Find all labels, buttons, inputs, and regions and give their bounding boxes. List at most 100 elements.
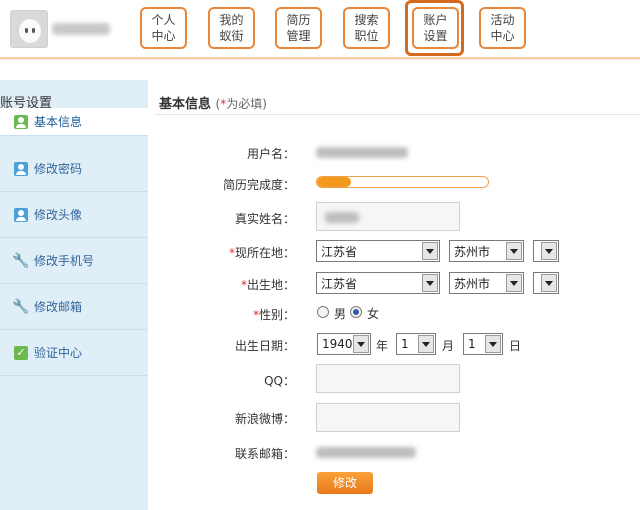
required-note-text: 为必填) bbox=[226, 97, 267, 111]
select-value: 江苏省 bbox=[321, 244, 358, 259]
select-value: 1940 bbox=[322, 337, 353, 351]
username-value-blurred bbox=[316, 147, 408, 158]
month-unit: 月 bbox=[442, 339, 455, 353]
required-note: (*为必填) bbox=[216, 97, 267, 111]
nav-search-jobs[interactable]: 搜索 职位 bbox=[343, 7, 390, 49]
page-title: 基本信息 (*为必填) bbox=[159, 93, 267, 112]
nav-resume-manage[interactable]: 简历 管理 bbox=[275, 7, 322, 49]
username-label: 用户名： bbox=[246, 147, 295, 161]
nav-account-settings-frame[interactable]: 账户 设置 bbox=[405, 0, 464, 56]
select-value: 苏州市 bbox=[454, 276, 491, 291]
sidebar-item-label: 修改头像 bbox=[34, 208, 83, 222]
avatar-face bbox=[19, 19, 41, 43]
current-city-select[interactable]: 苏州市 bbox=[449, 240, 524, 262]
nav-my-yijie[interactable]: 我的 蚁街 bbox=[208, 7, 255, 49]
sidebar-item-label: 基本信息 bbox=[34, 115, 83, 129]
check-icon: ✓ bbox=[14, 345, 28, 360]
nav-label-line2: 蚁街 bbox=[219, 29, 244, 43]
chevron-down-icon bbox=[485, 335, 501, 353]
birth-month-select[interactable]: 1 bbox=[396, 333, 436, 355]
nav-label-line1: 简历 bbox=[286, 13, 311, 27]
user-icon bbox=[14, 114, 28, 129]
nav-account-settings[interactable]: 账户 设置 bbox=[412, 7, 459, 49]
chevron-down-icon bbox=[506, 274, 522, 292]
weibo-input[interactable] bbox=[316, 403, 460, 432]
sidebar-item-label: 修改邮箱 bbox=[34, 300, 83, 314]
select-value: 苏州市 bbox=[454, 244, 491, 259]
select-value: 1 bbox=[401, 337, 409, 351]
chevron-down-icon bbox=[353, 335, 369, 353]
header-divider bbox=[0, 57, 640, 59]
birth-province-select[interactable]: 江苏省 bbox=[316, 272, 440, 294]
year-unit: 年 bbox=[376, 339, 389, 353]
nav-label-line1: 活动 bbox=[490, 13, 515, 27]
gender-female-radio[interactable] bbox=[350, 306, 362, 318]
sidebar-item-basic-info[interactable]: 基本信息 bbox=[0, 108, 148, 136]
realname-value-blurred bbox=[325, 212, 359, 223]
gender-female-label: 女 bbox=[367, 307, 380, 321]
user-icon bbox=[14, 161, 28, 176]
current-province-select[interactable]: 江苏省 bbox=[316, 240, 440, 262]
birth-city-select[interactable]: 苏州市 bbox=[449, 272, 524, 294]
birthdate-label: 出生日期： bbox=[234, 339, 295, 353]
completion-label: 简历完成度： bbox=[222, 178, 295, 192]
avatar[interactable] bbox=[10, 10, 48, 48]
realname-input[interactable] bbox=[316, 202, 460, 231]
sidebar-item-change-phone[interactable]: 🔧 修改手机号 bbox=[0, 238, 148, 284]
nav-label-line2: 中心 bbox=[490, 29, 515, 43]
current-district-select[interactable] bbox=[533, 240, 559, 262]
current-location-label-text: 现所在地： bbox=[234, 246, 295, 260]
weibo-label: 新浪微博： bbox=[234, 412, 295, 426]
realname-label: 真实姓名： bbox=[155, 210, 295, 227]
gender-label: *性别： bbox=[155, 306, 295, 323]
top-header: 个人 中心 我的 蚁街 简历 管理 搜索 职位 账户 设置 活动 中心 bbox=[0, 0, 640, 60]
nav-label-line2: 中心 bbox=[151, 29, 176, 43]
gender-label-text: 性别： bbox=[258, 308, 295, 322]
nav-label-line2: 管理 bbox=[286, 29, 311, 43]
gender-male-label: 男 bbox=[334, 307, 347, 321]
sidebar-item-label: 修改手机号 bbox=[34, 254, 95, 268]
resume-completion-fill bbox=[317, 177, 352, 187]
wrench-icon: 🔧 bbox=[12, 298, 30, 315]
day-unit: 日 bbox=[509, 339, 522, 353]
sidebar-item-label: 修改密码 bbox=[34, 162, 83, 176]
realname-label-text: 真实姓名： bbox=[234, 212, 295, 226]
qq-label: QQ： bbox=[264, 374, 295, 388]
current-location-label: *现所在地： bbox=[155, 244, 295, 261]
birth-district-select[interactable] bbox=[533, 272, 559, 294]
birth-day-select[interactable]: 1 bbox=[463, 333, 503, 355]
sidebar-item-change-email[interactable]: 🔧 修改邮箱 bbox=[0, 284, 148, 330]
chevron-down-icon bbox=[422, 242, 438, 260]
nav-label-line1: 我的 bbox=[219, 13, 244, 27]
nav-label-line2: 设置 bbox=[423, 29, 448, 43]
birth-year-select[interactable]: 1940 bbox=[317, 333, 371, 355]
birthplace-label-text: 出生地： bbox=[246, 278, 295, 292]
select-value: 1 bbox=[468, 337, 476, 351]
gender-male-radio[interactable] bbox=[317, 306, 329, 318]
nav-label-line2: 职位 bbox=[354, 29, 379, 43]
avatar-eye-right bbox=[32, 28, 35, 33]
nav-label-line1: 搜索 bbox=[354, 13, 379, 27]
nav-personal-center[interactable]: 个人 中心 bbox=[140, 7, 187, 49]
sidebar-item-change-avatar[interactable]: 修改头像 bbox=[0, 192, 148, 238]
wrench-icon: 🔧 bbox=[12, 252, 30, 269]
birthplace-label: *出生地： bbox=[155, 276, 295, 293]
submit-button[interactable]: 修改 bbox=[317, 472, 373, 494]
chevron-down-icon bbox=[541, 274, 557, 292]
nav-label-line1: 账户 bbox=[423, 13, 448, 27]
chevron-down-icon bbox=[506, 242, 522, 260]
sidebar-item-label: 验证中心 bbox=[34, 346, 83, 360]
qq-input[interactable] bbox=[316, 364, 460, 393]
avatar-eye-left bbox=[25, 28, 28, 33]
chevron-down-icon bbox=[418, 335, 434, 353]
select-value: 江苏省 bbox=[321, 276, 358, 291]
chevron-down-icon bbox=[541, 242, 557, 260]
nav-activity-center[interactable]: 活动 中心 bbox=[479, 7, 526, 49]
resume-completion-bar bbox=[316, 176, 489, 188]
title-divider bbox=[155, 114, 640, 115]
username-blurred bbox=[52, 23, 110, 35]
sidebar-item-change-password[interactable]: 修改密码 bbox=[0, 146, 148, 192]
email-label: 联系邮箱： bbox=[234, 447, 295, 461]
page-title-text: 基本信息 bbox=[159, 97, 212, 112]
sidebar-item-verification[interactable]: ✓ 验证中心 bbox=[0, 330, 148, 376]
